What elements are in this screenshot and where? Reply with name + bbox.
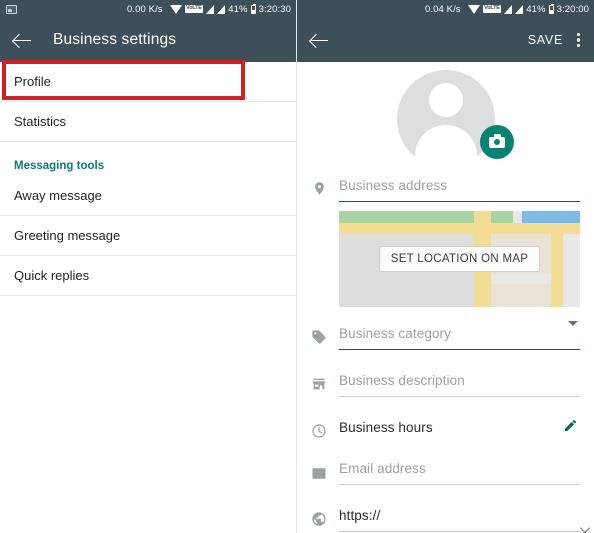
field-business-hours[interactable]: Business hours bbox=[297, 419, 594, 444]
toolbar-right: SAVE bbox=[297, 18, 594, 62]
location-pin-icon bbox=[307, 180, 331, 202]
field-underline: Business hours bbox=[339, 419, 580, 444]
section-header-label: Messaging tools bbox=[14, 160, 105, 172]
envelope-icon bbox=[307, 467, 331, 485]
signal-bars-icon bbox=[206, 4, 215, 14]
field-value: Business hours bbox=[339, 420, 433, 435]
status-bar-right: 0.04 K/s VoLTE 41% 3:20:00 bbox=[297, 0, 594, 18]
sidebar-item-label: Quick replies bbox=[14, 268, 90, 283]
map-block-building-2 bbox=[490, 283, 552, 307]
sidebar-item-profile[interactable]: Profile bbox=[0, 62, 296, 101]
sidebar-item-label: Greeting message bbox=[14, 228, 121, 243]
person-avatar-icon[interactable] bbox=[396, 70, 495, 167]
field-underline: Business description bbox=[339, 372, 580, 397]
right-screen-business-profile: 0.04 K/s VoLTE 41% 3:20:00 SAVE Business… bbox=[297, 0, 594, 533]
settings-menu-list: Profile Statistics Messaging tools Away … bbox=[0, 62, 296, 296]
storefront-icon bbox=[307, 376, 331, 397]
overflow-menu-icon[interactable] bbox=[577, 32, 581, 48]
sidebar-item-label: Away message bbox=[14, 188, 102, 203]
field-underline: Business address bbox=[339, 177, 580, 202]
signal-bars-icon-2 bbox=[515, 4, 524, 14]
map-road-vertical-2 bbox=[551, 234, 564, 307]
map-water-area bbox=[522, 211, 580, 224]
battery-percent-label: 41% bbox=[228, 3, 248, 15]
avatar-head-shape bbox=[428, 83, 463, 117]
data-rate-label: 0.04 K/s bbox=[425, 3, 461, 15]
tag-icon bbox=[307, 329, 331, 350]
field-placeholder: Business category bbox=[339, 326, 452, 341]
field-placeholder: Email address bbox=[339, 461, 426, 476]
clock-label: 3:20:00 bbox=[556, 3, 589, 15]
status-bar-left-group bbox=[6, 4, 17, 14]
signal-bars-icon bbox=[504, 4, 513, 14]
field-value: https:// bbox=[339, 508, 381, 523]
field-business-category[interactable]: Business category bbox=[297, 321, 594, 350]
field-placeholder: Business address bbox=[339, 178, 448, 193]
clock-icon bbox=[307, 423, 331, 444]
sidebar-item-greeting-message[interactable]: Greeting message bbox=[0, 216, 296, 255]
wifi-icon bbox=[169, 4, 182, 14]
battery-icon bbox=[250, 3, 256, 14]
clock-label: 3:20:30 bbox=[258, 3, 291, 15]
sidebar-item-label: Statistics bbox=[14, 114, 67, 129]
volte-icon: VoLTE bbox=[184, 5, 204, 13]
sidebar-item-quick-replies[interactable]: Quick replies bbox=[0, 256, 296, 295]
field-underline: https:// bbox=[339, 507, 580, 532]
globe-icon bbox=[307, 511, 331, 532]
field-website-url[interactable]: https:// bbox=[297, 507, 594, 532]
edit-pencil-icon[interactable] bbox=[563, 418, 578, 438]
list-divider bbox=[0, 295, 296, 296]
sidebar-item-label: Profile bbox=[14, 74, 51, 89]
field-business-address[interactable]: Business address bbox=[297, 177, 594, 202]
sidebar-item-away-message[interactable]: Away message bbox=[0, 176, 296, 215]
map-thumbnail-container[interactable]: SET LOCATION ON MAP bbox=[339, 211, 580, 307]
photo-icon bbox=[6, 4, 17, 14]
chevron-down-icon[interactable] bbox=[568, 321, 578, 344]
map-road-horizontal bbox=[339, 223, 580, 235]
left-screen-business-settings: 0.00 K/s VoLTE 41% 3:20:30 Business sett… bbox=[0, 0, 297, 533]
field-underline: Email address bbox=[339, 460, 580, 485]
status-bar-left: 0.00 K/s VoLTE 41% 3:20:30 bbox=[0, 0, 296, 18]
sidebar-item-statistics[interactable]: Statistics bbox=[0, 102, 296, 141]
save-button[interactable]: SAVE bbox=[528, 33, 563, 47]
data-rate-label: 0.00 K/s bbox=[127, 3, 163, 15]
avatar-section bbox=[297, 62, 594, 167]
profile-form: Business address SET LOCATION ON MAP Bus… bbox=[297, 62, 594, 532]
volte-icon: VoLTE bbox=[482, 5, 502, 13]
battery-icon bbox=[548, 3, 554, 14]
battery-percent-label: 41% bbox=[526, 3, 546, 15]
back-arrow-icon[interactable] bbox=[11, 29, 33, 51]
signal-bars-icon-2 bbox=[217, 4, 226, 14]
page-title: Business settings bbox=[53, 31, 177, 48]
section-header-messaging-tools: Messaging tools bbox=[0, 142, 296, 176]
field-underline: Business category bbox=[339, 321, 580, 350]
avatar-body-shape bbox=[414, 125, 477, 167]
toolbar-left: Business settings bbox=[0, 18, 296, 62]
field-business-description[interactable]: Business description bbox=[297, 372, 594, 397]
dual-screenshot-container: 0.00 K/s VoLTE 41% 3:20:30 Business sett… bbox=[0, 0, 594, 533]
back-arrow-icon[interactable] bbox=[308, 29, 330, 51]
map-thumbnail[interactable]: SET LOCATION ON MAP bbox=[339, 211, 580, 307]
field-email-address[interactable]: Email address bbox=[297, 460, 594, 485]
camera-icon[interactable] bbox=[480, 125, 514, 159]
wifi-icon bbox=[467, 4, 480, 14]
field-placeholder: Business description bbox=[339, 373, 465, 388]
set-location-on-map-button[interactable]: SET LOCATION ON MAP bbox=[378, 246, 541, 272]
